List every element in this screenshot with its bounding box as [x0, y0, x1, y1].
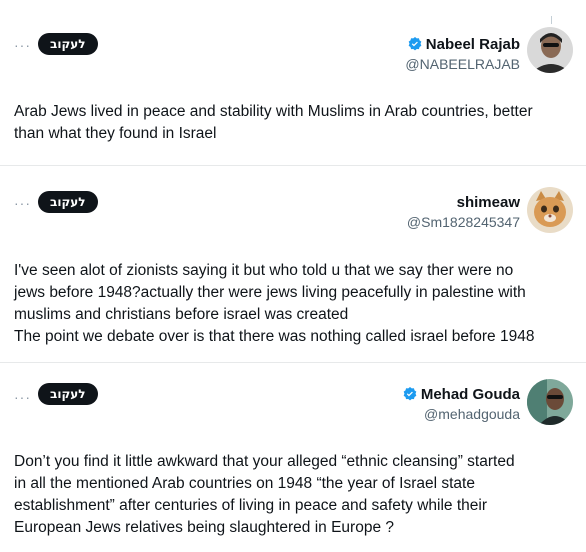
author-name: Mehad Gouda [420, 386, 520, 403]
author-name[interactable]: shimeaw [407, 193, 520, 213]
post-text-line: than what they found in Israel [14, 125, 217, 142]
post-text-line: The point we debate over is that there w… [14, 328, 535, 345]
avatar[interactable] [527, 27, 573, 73]
post-text: I've seen alot of zionists saying it but… [14, 260, 580, 348]
post-text: Arab Jews lived in peace and stability w… [14, 101, 580, 145]
avatar[interactable] [527, 187, 573, 233]
post-text: Don’t you find it little awkward that yo… [14, 451, 580, 539]
post-text-line: establishment” after centuries of living… [14, 497, 487, 514]
post-divider [0, 165, 586, 166]
more-options-icon[interactable]: ··· [14, 196, 31, 210]
avatar[interactable] [527, 379, 573, 425]
author-handle[interactable]: @Sm1828245347 [407, 213, 520, 231]
verified-badge-icon [403, 387, 417, 401]
post-text-line: in all the mentioned Arab countries on 1… [14, 475, 475, 492]
author-name: Nabeel Rajab [425, 36, 520, 53]
author-handle[interactable]: @NABEELRAJAB [405, 55, 520, 73]
verified-badge-icon [408, 37, 422, 51]
post-text-line: I've seen alot of zionists saying it but… [14, 262, 514, 279]
post-text-line: European Jews relatives being slaughtere… [14, 519, 394, 536]
post-author[interactable]: Nabeel Rajab @NABEELRAJAB [405, 35, 520, 73]
more-options-icon[interactable]: ··· [14, 38, 31, 52]
post-text-line: Arab Jews lived in peace and stability w… [14, 103, 533, 120]
author-name-row[interactable]: Nabeel Rajab [405, 35, 520, 55]
post-text-line: jews before 1948?actually ther were jews… [14, 284, 526, 301]
follow-button[interactable]: לעקוב [38, 33, 98, 55]
avatar-image [527, 187, 573, 233]
avatar-image [527, 379, 573, 425]
thread-connector [551, 16, 552, 24]
follow-button[interactable]: לעקוב [38, 191, 98, 213]
post-author[interactable]: Mehad Gouda @mehadgouda [402, 385, 520, 423]
author-handle[interactable]: @mehadgouda [402, 405, 520, 423]
avatar-image [527, 27, 573, 73]
post-divider [0, 362, 586, 363]
follow-button[interactable]: לעקוב [38, 383, 98, 405]
more-options-icon[interactable]: ··· [14, 390, 31, 404]
post-text-line: muslims and christians before israel was… [14, 306, 349, 323]
author-name-row[interactable]: Mehad Gouda [402, 385, 520, 405]
post-text-line: Don’t you find it little awkward that yo… [14, 453, 515, 470]
post-author[interactable]: shimeaw @Sm1828245347 [407, 193, 520, 231]
